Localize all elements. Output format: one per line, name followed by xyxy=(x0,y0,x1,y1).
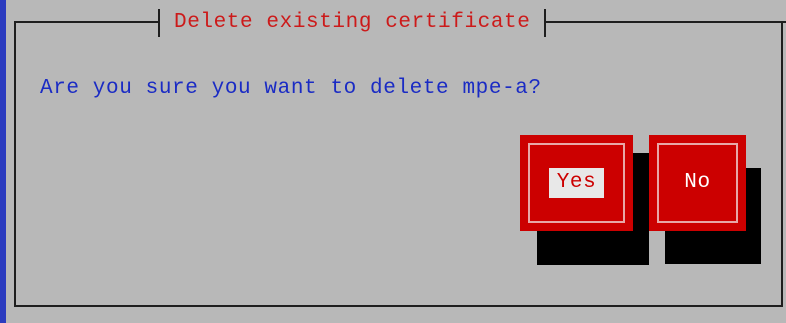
dialog-title: Delete existing certificate xyxy=(160,9,545,37)
no-button[interactable]: No xyxy=(649,135,746,231)
no-button-label: No xyxy=(684,171,711,194)
title-right-tick xyxy=(544,9,547,37)
delete-certificate-dialog: Delete existing certificate Are you sure… xyxy=(6,0,786,323)
no-button-frame: No xyxy=(657,143,738,223)
yes-button-focus-ring: Yes xyxy=(528,143,625,223)
confirmation-message: Are you sure you want to delete mpe-a? xyxy=(40,77,542,100)
yes-button[interactable]: Yes xyxy=(520,135,633,231)
yes-button-label: Yes xyxy=(548,168,605,198)
dialog-title-bar: Delete existing certificate xyxy=(158,8,547,38)
